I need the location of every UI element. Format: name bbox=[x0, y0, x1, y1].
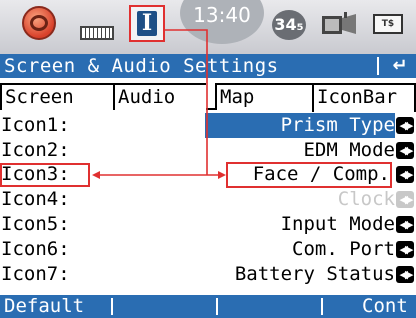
battery-icon[interactable]: T$ bbox=[373, 14, 403, 34]
tab-screen[interactable]: Screen bbox=[0, 83, 113, 110]
row-value[interactable]: Prism Type bbox=[280, 113, 395, 138]
setting-row-icon7[interactable]: Icon7: Battery Status ◀▶ bbox=[0, 262, 416, 287]
left-right-arrow-icon[interactable]: ◀▶ bbox=[396, 266, 414, 283]
softkey-divider bbox=[216, 298, 218, 315]
clock-time: 13:40 bbox=[193, 3, 251, 27]
clock-bubble: 13:40 bbox=[180, 0, 264, 44]
row-label: Icon4: bbox=[1, 188, 70, 210]
softkey-divider bbox=[321, 298, 323, 315]
left-right-arrow-icon[interactable]: ◀▶ bbox=[396, 142, 414, 159]
row-label: Icon6: bbox=[1, 238, 70, 260]
annotation-box-icon3 bbox=[0, 163, 90, 187]
keyboard-icon[interactable] bbox=[80, 26, 114, 40]
row-label: Icon7: bbox=[1, 263, 70, 285]
row-value[interactable]: Com. Port bbox=[292, 237, 395, 262]
setting-row-icon1[interactable]: Icon1: Prism Type ◀▶ bbox=[0, 113, 416, 138]
title-bar: Screen & Audio Settings ↵ bbox=[0, 54, 416, 78]
setting-row-icon4[interactable]: Icon4: Clock ◀▶ bbox=[0, 187, 416, 212]
row-label: Icon2: bbox=[1, 139, 70, 161]
info-i-icon[interactable]: I bbox=[137, 11, 157, 36]
title-divider bbox=[377, 57, 379, 75]
row-label: Icon5: bbox=[1, 213, 70, 235]
softkey-bar: Default Cont bbox=[0, 295, 416, 318]
annotation-box-face-comp bbox=[226, 162, 392, 188]
row-value: Clock bbox=[337, 188, 395, 210]
softkey-2[interactable] bbox=[115, 295, 210, 318]
tab-map[interactable]: Map bbox=[215, 83, 312, 110]
row-value[interactable]: Input Mode bbox=[281, 212, 395, 237]
tab-audio[interactable]: Audio bbox=[113, 83, 206, 110]
setting-row-icon5[interactable]: Icon5: Input Mode ◀▶ bbox=[0, 212, 416, 237]
prism-icon[interactable] bbox=[320, 10, 358, 38]
row-value[interactable]: EDM Mode bbox=[303, 138, 395, 163]
row-label: Icon1: bbox=[1, 114, 70, 136]
cont-softkey[interactable]: Cont bbox=[362, 295, 412, 318]
setting-row-icon2[interactable]: Icon2: EDM Mode ◀▶ bbox=[0, 138, 416, 163]
tab-iconbar[interactable]: IconBar bbox=[312, 83, 416, 112]
left-right-arrow-icon: ◀▶ bbox=[396, 191, 414, 208]
setting-row-icon6[interactable]: Icon6: Com. Port ◀▶ bbox=[0, 237, 416, 262]
softkey-divider bbox=[111, 298, 113, 315]
default-softkey[interactable]: Default bbox=[4, 295, 104, 318]
status-bar: I 13:40 34₅ T$ bbox=[0, 0, 416, 54]
row-value[interactable]: Battery Status bbox=[235, 262, 395, 287]
back-icon[interactable]: ↵ bbox=[388, 55, 412, 77]
device-screen: I 13:40 34₅ T$ Screen & Audio Settings ↵… bbox=[0, 0, 416, 318]
left-right-arrow-icon[interactable]: ◀▶ bbox=[396, 241, 414, 258]
info-i-icon-highlight: I bbox=[129, 5, 165, 42]
left-right-arrow-icon[interactable]: ◀▶ bbox=[396, 117, 414, 134]
page-title: Screen & Audio Settings bbox=[4, 55, 279, 77]
left-right-arrow-icon[interactable]: ◀▶ bbox=[396, 216, 414, 233]
globe-icon[interactable] bbox=[22, 6, 56, 40]
softkey-3[interactable] bbox=[220, 295, 315, 318]
tab-bar: Screen Audio Map IconBar bbox=[0, 78, 416, 112]
left-right-arrow-icon[interactable]: ◀▶ bbox=[396, 166, 414, 183]
satellite-icon[interactable]: 34₅ bbox=[272, 10, 306, 40]
